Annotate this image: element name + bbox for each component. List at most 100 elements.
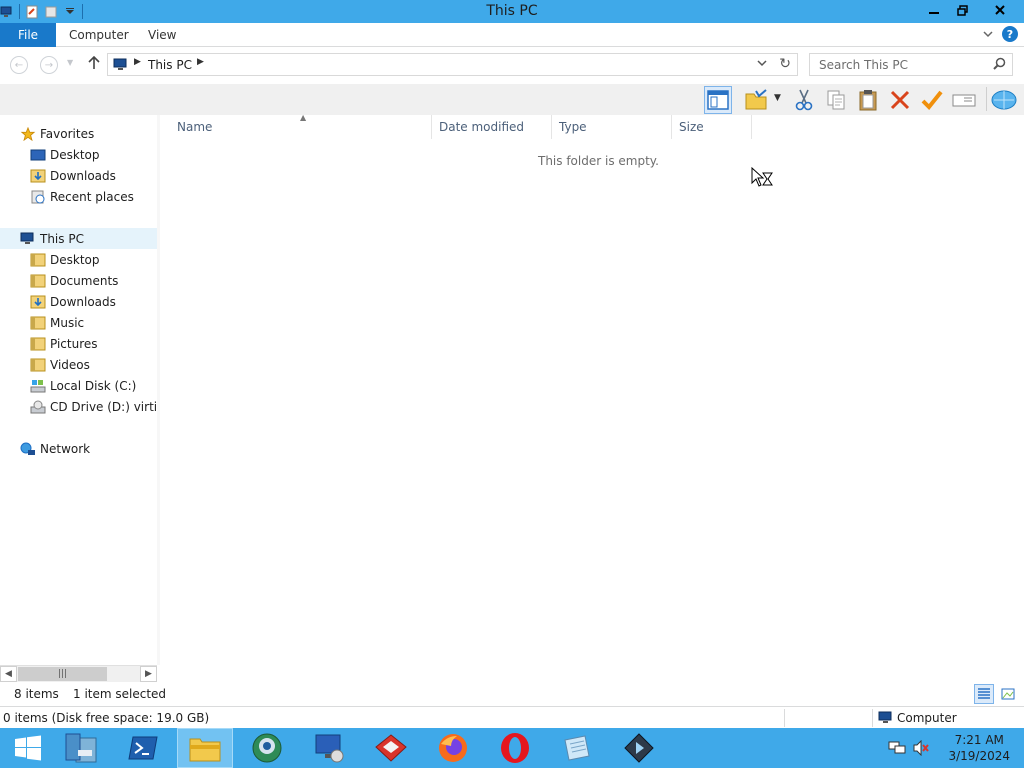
folder-options-button[interactable] [742,86,770,114]
taskbar-notepad[interactable] [549,728,605,768]
clock[interactable]: 7:21 AM 3/19/2024 [948,732,1010,764]
large-icons-view-button[interactable] [998,684,1018,704]
copy-button[interactable] [822,86,850,114]
minimize-icon [929,12,939,14]
nav-item-recent-places[interactable]: Recent places [0,186,157,207]
downloads-folder-icon [30,295,46,308]
scroll-left-icon[interactable]: ◀ [0,666,17,682]
notepad-icon [564,735,590,761]
restore-button[interactable] [948,0,976,20]
nav-item-downloads[interactable]: Downloads [0,291,157,312]
ribbon-right-controls: ? [982,26,1018,42]
taskbar-media-player[interactable] [611,728,667,768]
nav-item-cd-drive[interactable]: CD Drive (D:) virtio-win [0,396,157,417]
desktop-icon [30,149,46,160]
help-icon[interactable]: ? [1002,26,1018,42]
taskbar-server-manager[interactable] [53,728,109,768]
taskbar-remote-desktop[interactable] [301,728,357,768]
nav-item-videos[interactable]: Videos [0,354,157,375]
nav-horizontal-scrollbar[interactable]: ◀ ||| ▶ [0,665,157,682]
search-input[interactable] [810,54,980,75]
forward-button[interactable]: → [40,56,58,74]
start-button[interactable] [0,728,56,768]
address-bar[interactable]: ▶ This PC ▶ ↻ [107,53,798,76]
network-tray-icon[interactable] [888,740,906,756]
this-pc-icon [113,58,127,70]
back-arrow-icon: ← [14,59,24,71]
red-app-icon [375,734,407,762]
taskbar-powershell[interactable] [115,728,171,768]
taskbar-file-explorer[interactable] [177,728,233,768]
refresh-icon[interactable]: ↻ [779,56,791,72]
delete-button[interactable] [886,86,914,114]
nav-label: Recent places [50,189,134,204]
details-view-button[interactable] [974,684,994,704]
details-divider [784,709,785,727]
minimize-button[interactable] [920,0,948,20]
folder-icon [30,274,46,287]
close-button[interactable] [976,0,1024,20]
recent-locations-chevron-icon[interactable]: ▼ [67,58,73,67]
column-header-name[interactable]: Name ▲ [160,113,432,139]
nav-label: This PC [40,231,84,246]
clock-time: 7:21 AM [954,733,1004,747]
navigation-pane: Favorites Desktop Downloads Recent place… [0,115,157,665]
scroll-thumb[interactable]: ||| [18,667,107,681]
search-box[interactable] [809,53,1013,76]
details-view-icon [978,688,990,699]
expand-ribbon-icon[interactable] [982,28,994,40]
folder-icon [30,358,46,371]
column-header-type[interactable]: Type [552,115,672,139]
breadcrumb-separator-icon[interactable]: ▶ [134,57,141,67]
back-button[interactable]: ← [10,56,28,74]
up-arrow-icon [88,55,100,69]
column-label: Date modified [439,120,525,134]
nav-label: Documents [50,273,119,288]
nav-network[interactable]: Network [0,438,157,459]
paste-button[interactable] [854,86,882,114]
search-icon[interactable] [993,57,1006,74]
volume-muted-icon[interactable] [912,740,930,756]
recent-places-icon [31,190,45,203]
select-button[interactable] [918,86,946,114]
network-icon [20,442,35,455]
remote-desktop-icon [315,734,344,763]
column-header-size[interactable]: Size [672,115,752,139]
up-button[interactable] [88,55,100,74]
taskbar-network-globe[interactable] [239,728,295,768]
breadcrumb-this-pc[interactable]: This PC [148,58,192,72]
nav-item-favorites-downloads[interactable]: Downloads [0,165,157,186]
this-pc-icon [20,232,34,244]
nav-item-local-disk[interactable]: Local Disk (C:) [0,375,157,396]
rename-button[interactable] [950,86,978,114]
nav-this-pc[interactable]: This PC [0,228,157,249]
column-header-date-modified[interactable]: Date modified [432,115,552,139]
nav-label: Pictures [50,336,98,351]
preview-pane-button[interactable] [704,86,732,114]
nav-item-pictures[interactable]: Pictures [0,333,157,354]
address-dropdown-icon[interactable] [757,58,767,71]
tab-computer[interactable]: Computer [69,28,129,42]
column-label: Name [177,120,213,134]
tab-file[interactable]: File [0,23,56,47]
cut-button[interactable] [790,86,818,114]
title-bar: This PC [0,0,1024,23]
breadcrumb-chevron-icon[interactable]: ▶ [197,57,204,67]
rename-icon [952,94,976,107]
nav-favorites[interactable]: Favorites [0,123,157,144]
nav-item-music[interactable]: Music [0,312,157,333]
nav-item-favorites-desktop[interactable]: Desktop [0,144,157,165]
nav-item-desktop[interactable]: Desktop [0,249,157,270]
preview-pane-icon [707,90,729,110]
tab-view[interactable]: View [148,28,176,42]
select-icon [921,90,943,110]
file-list[interactable]: Name ▲ Date modified Type Size This fold… [160,113,1024,685]
folder-options-dropdown-icon[interactable]: ▼ [774,93,781,103]
scroll-right-icon[interactable]: ▶ [140,666,157,682]
taskbar: 7:21 AM 3/19/2024 [0,728,1024,768]
nav-item-documents[interactable]: Documents [0,270,157,291]
shell-button[interactable] [990,86,1018,114]
taskbar-red-app[interactable] [363,728,419,768]
taskbar-firefox[interactable] [425,728,481,768]
taskbar-opera[interactable] [487,728,543,768]
